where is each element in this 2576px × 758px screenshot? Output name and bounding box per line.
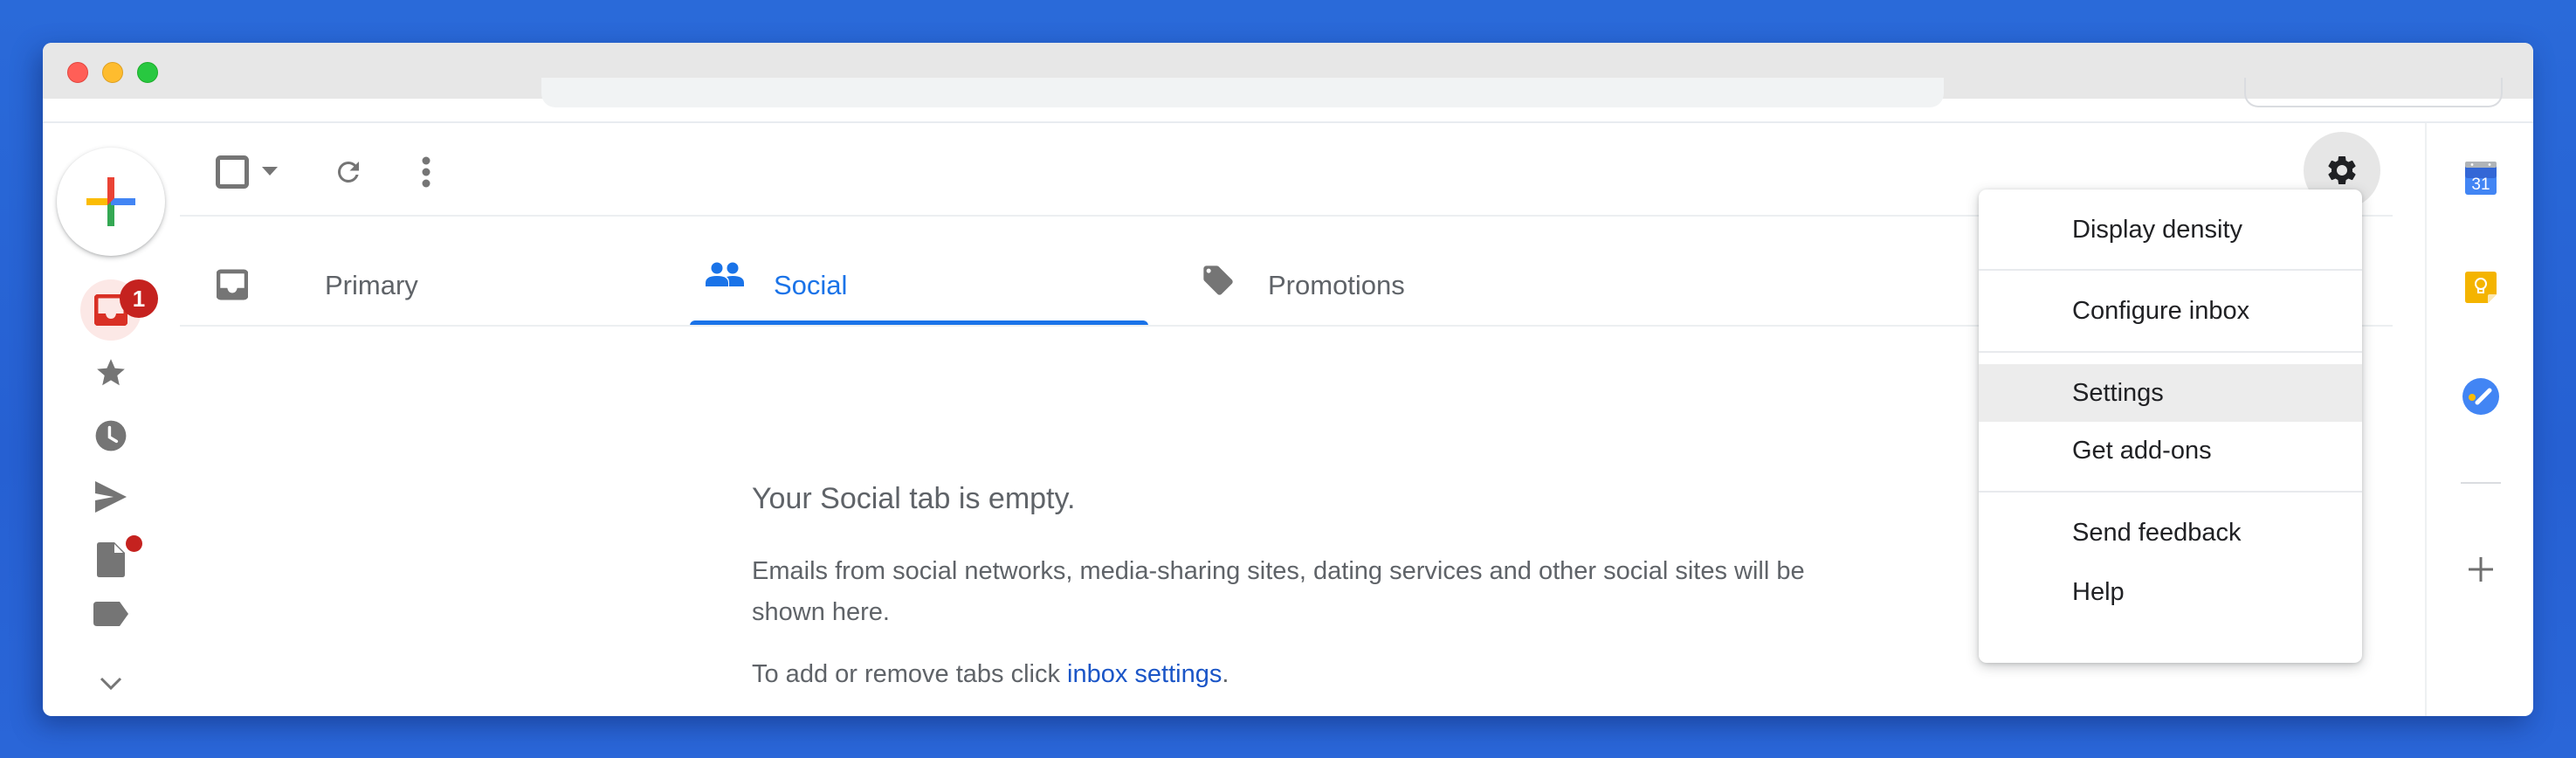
sidebar-item-starred[interactable]	[93, 355, 128, 390]
inbox-icon	[217, 269, 248, 300]
sidebar-item-drafts[interactable]	[93, 542, 128, 577]
sidebar-item-labels[interactable]	[93, 596, 128, 631]
header-divider	[43, 121, 2533, 123]
select-all-checkbox[interactable]	[213, 154, 251, 190]
drafts-notification-dot	[126, 535, 142, 552]
people-icon	[706, 262, 744, 286]
calendar-day: 31	[2471, 176, 2490, 194]
clock-icon	[95, 420, 127, 451]
empty-state-hint: To add or remove tabs click inbox settin…	[752, 660, 1229, 689]
menu-item-send-feedback[interactable]: Send feedback	[1979, 504, 2362, 562]
tab-primary[interactable]: Primary	[180, 216, 690, 326]
sidebar-item-snoozed[interactable]	[93, 418, 128, 453]
compose-button[interactable]	[57, 148, 165, 256]
tasks-app-button[interactable]	[2462, 377, 2500, 416]
calendar-icon: 31	[2465, 162, 2497, 195]
send-icon	[95, 481, 127, 513]
more-vert-icon	[422, 156, 430, 188]
plus-icon	[2469, 557, 2493, 582]
checkbox-icon	[216, 155, 249, 189]
tasks-icon	[2462, 378, 2499, 415]
empty-state-hint-suffix: .	[1222, 660, 1229, 688]
select-dropdown-button[interactable]	[259, 162, 280, 180]
plus-multicolor-icon	[86, 177, 135, 226]
caret-down-icon	[262, 167, 278, 176]
tab-primary-label: Primary	[325, 270, 418, 300]
close-window-button[interactable]	[67, 62, 88, 83]
menu-item-display-density[interactable]: Display density	[1979, 190, 2362, 270]
menu-separator	[1979, 351, 2362, 353]
tab-social[interactable]: Social	[690, 216, 1148, 326]
inbox-settings-link[interactable]: inbox settings	[1067, 660, 1222, 688]
menu-item-settings[interactable]: Settings	[1979, 364, 2362, 422]
gear-icon	[2328, 156, 2356, 184]
calendar-app-button[interactable]: 31	[2462, 159, 2500, 197]
chevron-down-icon	[100, 677, 122, 691]
more-options-button[interactable]	[409, 151, 444, 193]
side-panel-divider	[2425, 123, 2427, 716]
keep-icon	[2465, 272, 2497, 303]
keep-app-button[interactable]	[2462, 268, 2500, 307]
side-panel-separator	[2461, 482, 2501, 484]
gmail-window: 1 Primary Social Promotions Your Social …	[43, 43, 2533, 716]
sidebar-item-sent[interactable]	[93, 479, 128, 514]
account-switcher[interactable]	[2244, 78, 2503, 107]
minimize-window-button[interactable]	[102, 62, 123, 83]
search-bar[interactable]	[541, 78, 1944, 107]
refresh-icon	[337, 161, 359, 183]
menu-item-get-add-ons[interactable]: Get add-ons	[1979, 422, 2362, 479]
get-add-ons-button[interactable]	[2463, 552, 2498, 587]
maximize-window-button[interactable]	[137, 62, 158, 83]
menu-separator	[1979, 491, 2362, 493]
inbox-unread-badge: 1	[120, 279, 158, 318]
tab-promotions[interactable]: Promotions	[1148, 216, 1637, 326]
empty-state-title: Your Social tab is empty.	[752, 482, 1076, 515]
refresh-button[interactable]	[327, 151, 369, 193]
tag-icon	[1203, 265, 1233, 295]
menu-item-help[interactable]: Help	[1979, 563, 2362, 621]
tab-social-label: Social	[774, 270, 848, 300]
empty-state-hint-prefix: To add or remove tabs click	[752, 660, 1068, 688]
settings-menu: Display density Configure inbox Settings…	[1979, 190, 2362, 663]
tab-promotions-label: Promotions	[1268, 270, 1405, 300]
star-icon	[97, 359, 125, 386]
menu-item-configure-inbox[interactable]: Configure inbox	[1979, 271, 2362, 351]
label-icon	[93, 602, 128, 626]
empty-state-description: Emails from social networks, media-shari…	[752, 557, 1805, 626]
draft-icon	[97, 542, 125, 577]
sidebar-item-more[interactable]	[93, 666, 128, 701]
